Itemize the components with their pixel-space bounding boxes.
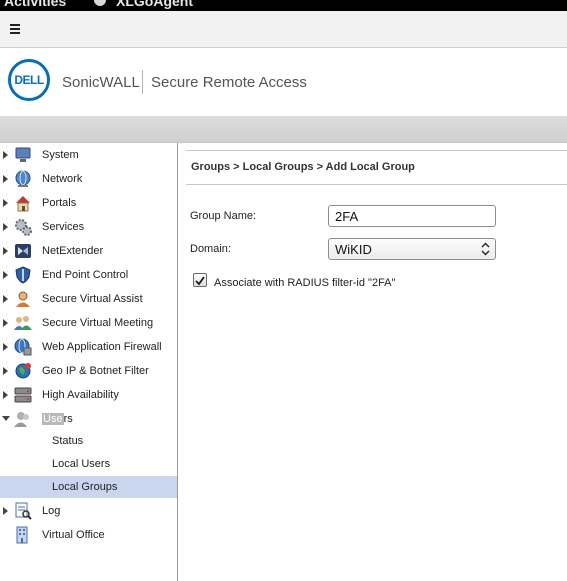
app-name-label: XLGoAgent [116, 0, 193, 9]
expand-arrow-icon[interactable] [3, 199, 8, 207]
dell-logo: DELL [8, 59, 50, 101]
server-icon [14, 386, 32, 404]
sidebar-item-services[interactable]: Services [0, 216, 177, 238]
product-name: Secure Remote Access [151, 74, 307, 91]
sidebar-item-label: Portals [42, 197, 77, 209]
header-divider [142, 70, 143, 94]
shield-icon [14, 266, 32, 284]
sidebar: System Network Portals Services NetExten… [0, 143, 178, 581]
users-icon [14, 410, 32, 428]
expand-arrow-icon[interactable] [3, 271, 8, 279]
system-monitor-icon [14, 146, 32, 164]
sidebar-item-virtual-office[interactable]: Virtual Office [0, 524, 177, 546]
sidebar-item-label: Network [42, 173, 83, 185]
sidebar-item-web-application-firewall[interactable]: Web Application Firewall [0, 336, 177, 358]
collapse-arrow-icon[interactable] [2, 416, 10, 421]
netextender-icon [14, 242, 32, 260]
sidebar-item-label: Web Application Firewall [42, 341, 162, 353]
sidebar-item-portals[interactable]: Portals [0, 192, 177, 214]
sidebar-item-label: Geo IP & Botnet Filter [42, 365, 149, 377]
sidebar-item-users[interactable]: Users [0, 408, 177, 430]
app-header: DELL SonicWALL Secure Remote Access [0, 48, 567, 116]
toolbar-strip [0, 116, 567, 143]
meeting-people-icon [14, 314, 32, 332]
portals-house-icon [14, 194, 32, 212]
expand-arrow-icon[interactable] [3, 319, 8, 327]
sidebar-subitem-label: Local Groups [52, 481, 118, 493]
sidebar-item-label: High Availability [42, 389, 119, 401]
breadcrumb-divider-bottom [186, 184, 567, 185]
sidebar-item-netextender[interactable]: NetExtender [0, 240, 177, 262]
chevron-updown-icon [481, 242, 490, 256]
expand-arrow-icon[interactable] [3, 343, 8, 351]
sidebar-item-label: Services [42, 221, 85, 233]
group-name-input[interactable] [328, 205, 496, 227]
sidebar-item-network[interactable]: Network [0, 168, 177, 190]
associate-radius-checkbox[interactable] [193, 273, 207, 287]
services-gears-icon [14, 218, 32, 236]
expand-arrow-icon[interactable] [3, 367, 8, 375]
sidebar-subitem-status[interactable]: Status [0, 430, 177, 452]
sidebar-subitem-local-groups[interactable]: Local Groups [0, 476, 177, 498]
expand-arrow-icon[interactable] [3, 507, 8, 515]
log-magnifier-icon [14, 502, 32, 520]
expand-arrow-icon[interactable] [3, 295, 8, 303]
hamburger-menu-icon[interactable] [10, 24, 20, 34]
group-name-label: Group Name: [190, 210, 257, 222]
firewall-globe-icon [14, 338, 32, 356]
domain-label: Domain: [190, 243, 231, 255]
expand-arrow-icon[interactable] [3, 391, 8, 399]
activities-label[interactable]: Activities [4, 0, 66, 9]
associate-radius-label: Associate with RADIUS filter-id "2FA" [214, 277, 396, 289]
network-globe-icon [14, 170, 32, 188]
app-icon [93, 0, 107, 7]
sidebar-item-label: Virtual Office [42, 529, 105, 541]
sidebar-item-label: Secure Virtual Assist [42, 293, 143, 305]
sidebar-item-secure-virtual-meeting[interactable]: Secure Virtual Meeting [0, 312, 177, 334]
menu-bar [0, 11, 567, 48]
breadcrumb-divider-top [186, 150, 567, 151]
assist-person-icon [14, 290, 32, 308]
sidebar-subitem-label: Local Users [52, 458, 111, 470]
geo-ip-icon [14, 362, 32, 380]
sidebar-item-high-availability[interactable]: High Availability [0, 384, 177, 406]
sidebar-item-label: Log [42, 505, 61, 517]
checkmark-icon [195, 276, 205, 286]
domain-select[interactable]: WiKID [328, 238, 496, 260]
sidebar-item-label: System [42, 149, 79, 161]
sidebar-subitem-local-users[interactable]: Local Users [0, 453, 177, 475]
domain-selected-value: WiKID [335, 242, 372, 257]
sidebar-item-label: End Point Control [42, 269, 129, 281]
breadcrumb: Groups > Local Groups > Add Local Group [191, 161, 415, 173]
sidebar-item-label: NetExtender [42, 245, 104, 257]
virtual-office-icon [14, 526, 32, 544]
sidebar-item-geo-ip-botnet-filter[interactable]: Geo IP & Botnet Filter [0, 360, 177, 382]
expand-arrow-icon[interactable] [3, 247, 8, 255]
brand-name: SonicWALL [62, 74, 140, 91]
sidebar-item-label: Users [42, 413, 73, 425]
system-top-bar: Activities XLGoAgent [0, 0, 567, 11]
sidebar-subitem-label: Status [52, 435, 84, 447]
expand-arrow-icon[interactable] [3, 151, 8, 159]
sidebar-item-secure-virtual-assist[interactable]: Secure Virtual Assist [0, 288, 177, 310]
expand-arrow-icon[interactable] [3, 223, 8, 231]
sidebar-item-label: Secure Virtual Meeting [42, 317, 154, 329]
expand-arrow-icon[interactable] [3, 175, 8, 183]
sidebar-item-system[interactable]: System [0, 144, 177, 166]
sidebar-item-end-point-control[interactable]: End Point Control [0, 264, 177, 286]
sidebar-item-log[interactable]: Log [0, 500, 177, 522]
